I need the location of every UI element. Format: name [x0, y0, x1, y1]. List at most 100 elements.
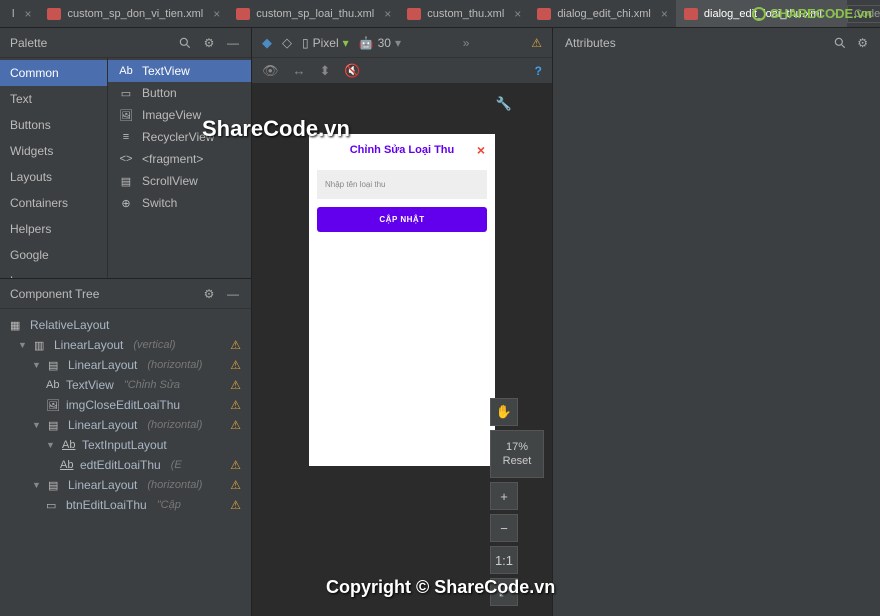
- palette-title: Palette: [10, 36, 47, 50]
- nowifi-icon[interactable]: 🔇: [344, 63, 360, 79]
- warning-icon[interactable]: ⚠: [531, 36, 542, 50]
- dialog-update-button[interactable]: CẬP NHẬT: [317, 207, 487, 232]
- palette-cat-common[interactable]: Common: [0, 60, 107, 86]
- attributes-title: Attributes: [565, 36, 616, 50]
- pan-icon[interactable]: ✋: [490, 398, 518, 426]
- palette-item-imageview[interactable]: 🖼ImageView: [108, 104, 251, 126]
- palette-item-switch[interactable]: ⊕Switch: [108, 192, 251, 214]
- tree-node-edteditloaithu[interactable]: AbedtEditLoaiThu(E⚠: [4, 455, 247, 475]
- xml-file-icon: [407, 8, 421, 20]
- warning-icon: ⚠: [230, 378, 241, 392]
- design-toolbar: ◆ ◇ ▯Pixel▾ 🤖30▾ » ⚠: [252, 28, 552, 58]
- palette-item-button[interactable]: ▭Button: [108, 82, 251, 104]
- gear-icon[interactable]: ⚙: [201, 286, 217, 302]
- component-tree-header: Component Tree ⚙ —: [0, 279, 251, 309]
- close-icon[interactable]: ×: [514, 7, 521, 21]
- button-icon: ▭: [118, 86, 134, 100]
- gear-icon[interactable]: ⚙: [201, 35, 217, 51]
- component-tree: ▦RelativeLayout ▼▥LinearLayout(vertical)…: [0, 309, 251, 616]
- tree-node-textinputlayout[interactable]: ▼AbTextInputLayout: [4, 435, 247, 455]
- warning-icon: ⚠: [230, 358, 241, 372]
- mode-code[interactable]: Code: [847, 5, 880, 23]
- close-icon[interactable]: ×: [213, 7, 220, 21]
- tab-file-1[interactable]: custom_sp_don_vi_tien.xml×: [39, 0, 228, 27]
- arrows-icon[interactable]: ↔: [293, 63, 306, 78]
- orientation-icon[interactable]: ◇: [282, 35, 292, 51]
- palette-cat-widgets[interactable]: Widgets: [0, 138, 107, 164]
- warning-icon: ⚠: [230, 338, 241, 352]
- textview-icon: Ab: [118, 64, 134, 78]
- tree-node-imgclose[interactable]: 🖼imgCloseEditLoaiThu⚠: [4, 395, 247, 415]
- component-tree-title: Component Tree: [10, 287, 99, 301]
- tree-node-btneditloaithu[interactable]: ▭btnEditLoaiThu"Cập⚠: [4, 495, 247, 515]
- device-preview: Chỉnh Sửa Loại Thu × Nhập tên loại thu C…: [309, 134, 495, 466]
- api-dropdown[interactable]: 🤖30▾: [359, 36, 401, 50]
- minimize-icon[interactable]: —: [225, 35, 241, 51]
- minimize-icon[interactable]: —: [225, 286, 241, 302]
- palette-header: Palette ⚙ —: [0, 28, 251, 58]
- eye-icon[interactable]: 👁: [262, 63, 279, 79]
- attributes-header: Attributes ⚙: [553, 28, 880, 58]
- palette-cat-text[interactable]: Text: [0, 86, 107, 112]
- close-icon[interactable]: ×: [661, 7, 668, 21]
- surface-select-icon[interactable]: ◆: [262, 35, 272, 51]
- palette-cat-layouts[interactable]: Layouts: [0, 164, 107, 190]
- tab-file-5[interactable]: dialog_edit_loai_thu.xml×: [676, 0, 847, 27]
- close-icon[interactable]: ×: [832, 7, 839, 21]
- close-icon[interactable]: ×: [384, 7, 391, 21]
- magnet-icon[interactable]: ⬍: [320, 63, 331, 79]
- search-icon[interactable]: [177, 35, 193, 51]
- editor-tabs-bar: l× custom_sp_don_vi_tien.xml× custom_sp_…: [0, 0, 880, 28]
- zoom-11-button[interactable]: 1:1: [490, 546, 518, 574]
- tree-node-linearlayout-v[interactable]: ▼▥LinearLayout(vertical)⚠: [4, 335, 247, 355]
- tree-node-linearlayout-h1[interactable]: ▼▤LinearLayout(horizontal)⚠: [4, 355, 247, 375]
- zoom-controls: ✋ 17%Reset + − 1:1 ⤢: [490, 398, 544, 606]
- warning-icon: ⚠: [230, 398, 241, 412]
- recyclerview-icon: ≡: [118, 130, 134, 144]
- warning-icon: ⚠: [230, 498, 241, 512]
- gear-icon[interactable]: ⚙: [857, 36, 868, 50]
- device-dropdown[interactable]: ▯Pixel▾: [302, 36, 349, 50]
- dialog-input[interactable]: Nhập tên loại thu: [317, 170, 487, 199]
- warning-icon: ⚠: [230, 418, 241, 432]
- design-canvas[interactable]: 🔧 Chỉnh Sửa Loại Thu × Nhập tên loại thu…: [252, 84, 552, 616]
- warning-icon: ⚠: [230, 478, 241, 492]
- zoom-reset[interactable]: 17%Reset: [490, 430, 544, 478]
- zoom-fit-button[interactable]: ⤢: [490, 578, 518, 606]
- tree-node-relativelayout[interactable]: ▦RelativeLayout: [4, 315, 247, 335]
- warning-icon: ⚠: [230, 458, 241, 472]
- dialog-title: Chỉnh Sửa Loại Thu: [317, 144, 487, 156]
- palette-item-recyclerview[interactable]: ≡RecyclerView: [108, 126, 251, 148]
- zoom-in-button[interactable]: +: [490, 482, 518, 510]
- fragment-icon: <>: [118, 152, 134, 166]
- tree-node-textview[interactable]: AbTextView"Chỉnh Sửa⚠: [4, 375, 247, 395]
- imageview-icon: 🖼: [118, 108, 134, 122]
- xml-file-icon: [47, 8, 61, 20]
- design-sub-toolbar: 👁 ↔ ⬍ 🔇 ?: [252, 58, 552, 84]
- wrench-icon[interactable]: 🔧: [496, 96, 512, 112]
- tab-partial[interactable]: l×: [4, 0, 39, 27]
- dialog-close-icon[interactable]: ×: [477, 142, 485, 158]
- tab-file-4[interactable]: dialog_edit_chi.xml×: [529, 0, 676, 27]
- info-icon[interactable]: ?: [535, 64, 542, 78]
- palette-item-textview[interactable]: AbTextView: [108, 60, 251, 82]
- tree-node-linearlayout-h2[interactable]: ▼▤LinearLayout(horizontal)⚠: [4, 415, 247, 435]
- tab-file-3[interactable]: custom_thu.xml×: [399, 0, 529, 27]
- tab-file-2[interactable]: custom_sp_loai_thu.xml×: [228, 0, 399, 27]
- palette-cat-buttons[interactable]: Buttons: [0, 112, 107, 138]
- zoom-out-button[interactable]: −: [490, 514, 518, 542]
- palette-cat-google[interactable]: Google: [0, 242, 107, 268]
- palette-categories: Common Text Buttons Widgets Layouts Cont…: [0, 58, 108, 278]
- search-icon[interactable]: [833, 36, 847, 50]
- close-icon[interactable]: ×: [24, 7, 31, 21]
- xml-file-icon: [684, 8, 698, 20]
- palette-items: AbTextView ▭Button 🖼ImageView ≡RecyclerV…: [108, 58, 251, 278]
- xml-file-icon: [537, 8, 551, 20]
- palette-item-fragment[interactable]: <><fragment>: [108, 148, 251, 170]
- palette-cat-helpers[interactable]: Helpers: [0, 216, 107, 242]
- scrollview-icon: ▤: [118, 174, 134, 188]
- tree-node-linearlayout-h3[interactable]: ▼▤LinearLayout(horizontal)⚠: [4, 475, 247, 495]
- switch-icon: ⊕: [118, 196, 134, 210]
- palette-cat-containers[interactable]: Containers: [0, 190, 107, 216]
- palette-item-scrollview[interactable]: ▤ScrollView: [108, 170, 251, 192]
